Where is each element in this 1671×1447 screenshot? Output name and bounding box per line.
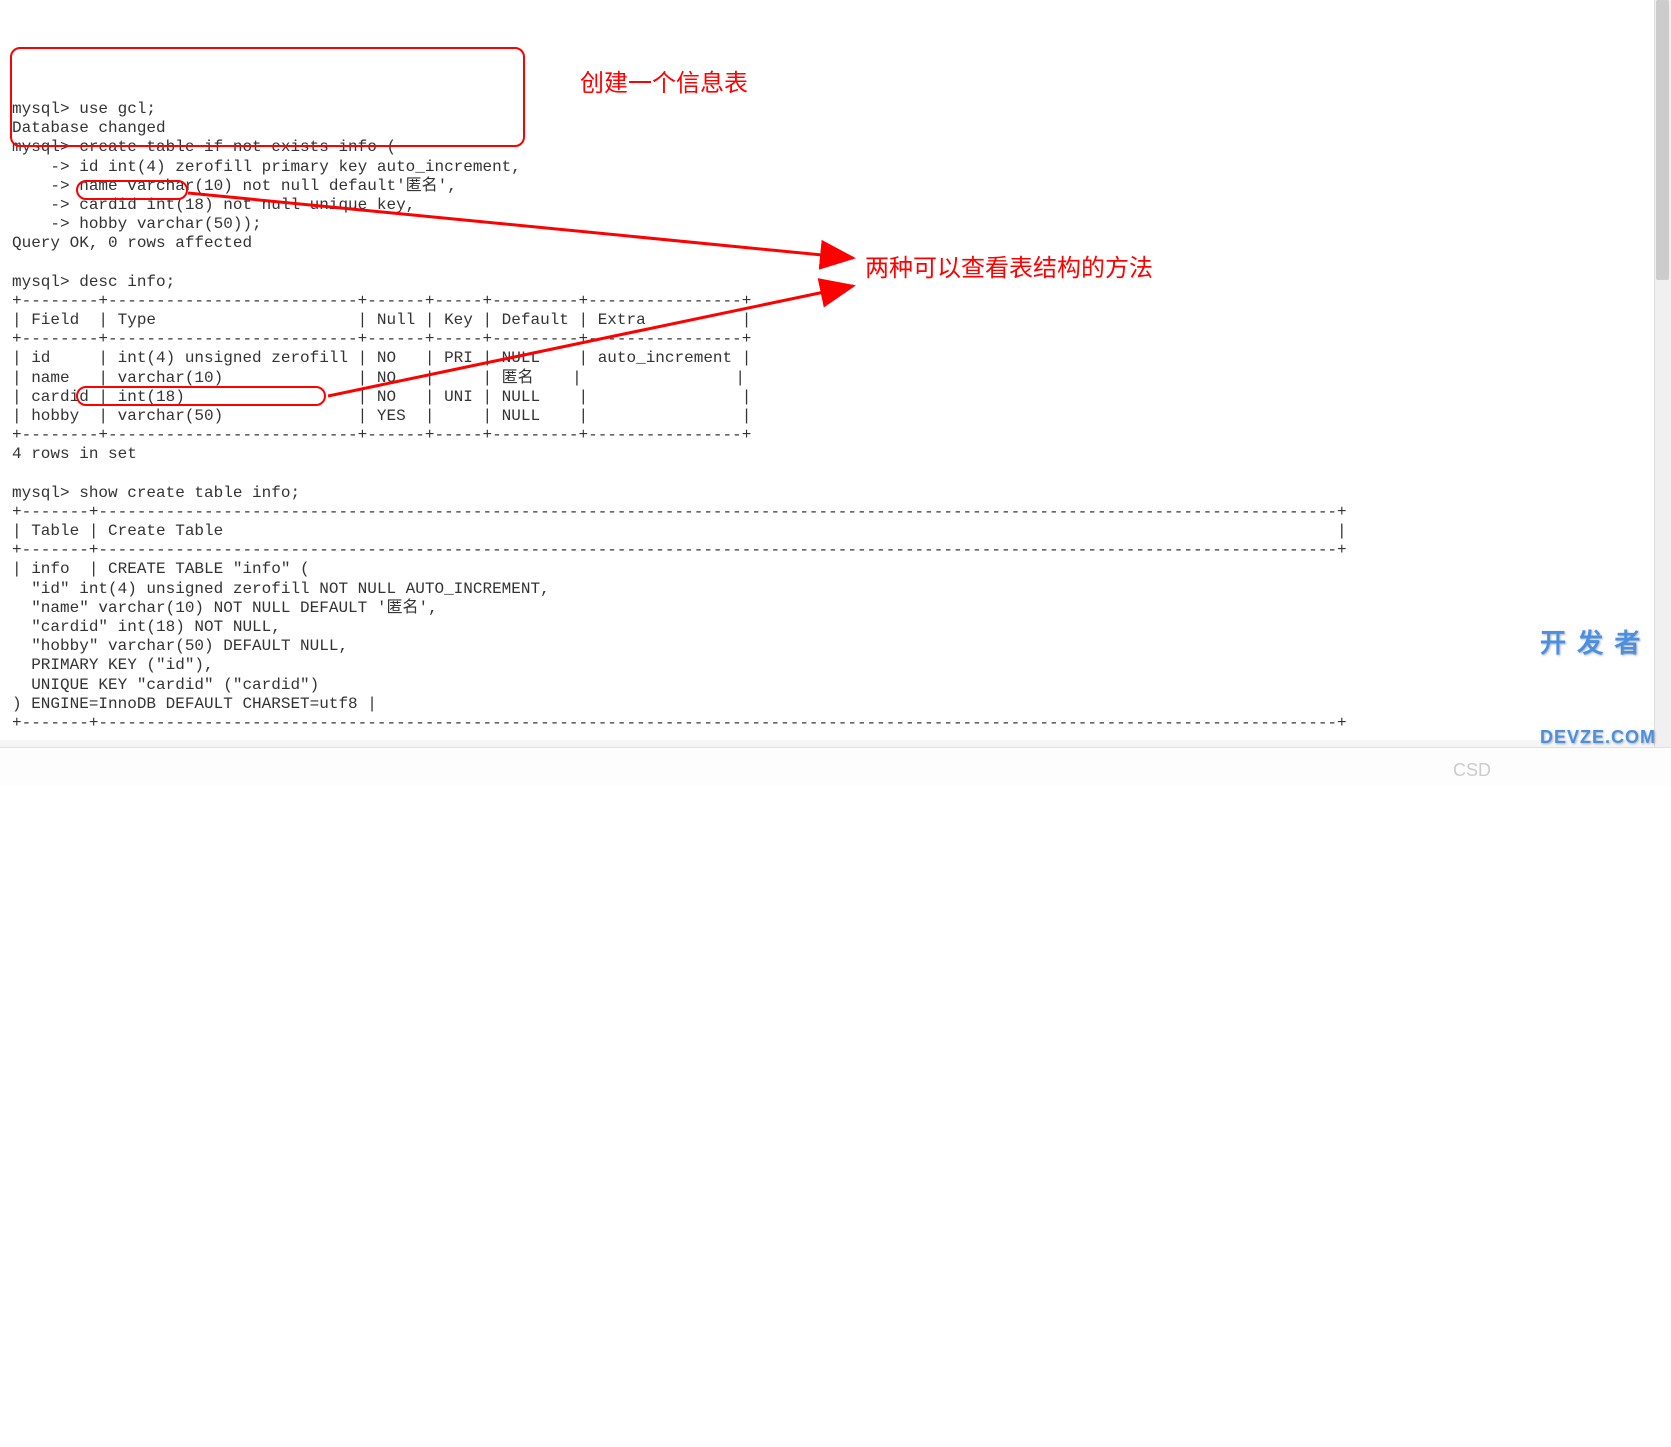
create-table-line: | info | CREATE TABLE "info" (: [12, 560, 310, 578]
output-db-changed: Database changed: [12, 119, 166, 137]
annotation-create: 创建一个信息表: [580, 70, 748, 99]
table-header: | Field | Type | Null | Key | Default | …: [12, 311, 751, 329]
cmd-show-create: show create table info;: [70, 484, 300, 502]
output-rows: 4 rows in set: [12, 445, 137, 463]
output-query-ok: Query OK, 0 rows affected: [12, 234, 252, 252]
create-table-line: PRIMARY KEY ("id"),: [12, 656, 214, 674]
watermark-devze: 开 发 者 DEVZE.COM: [1540, 561, 1656, 782]
table-sep: +--------+--------------------------+---…: [12, 426, 751, 444]
bottom-bar: [0, 747, 1671, 787]
table-sep: +--------+--------------------------+---…: [12, 292, 751, 310]
create-table-line: "hobby" varchar(50) DEFAULT NULL,: [12, 637, 348, 655]
table-row: | id | int(4) unsigned zerofill | NO | P…: [12, 349, 751, 367]
table-row: | hobby | varchar(50) | YES | | NULL | |: [12, 407, 751, 425]
table-sep: +-------+-------------------------------…: [12, 714, 1347, 732]
cmd-create-4: cardid int(18) not null unique key,: [70, 196, 416, 214]
cmd-create-3: name varchar(10) not null default'匿名',: [70, 177, 457, 195]
cmd-desc: desc info;: [70, 273, 176, 291]
cmd-create-1: create table if not exists info (: [70, 138, 396, 156]
create-table-line: "id" int(4) unsigned zerofill NOT NULL A…: [12, 580, 550, 598]
cont-prompt: ->: [12, 215, 70, 233]
create-table-line: "cardid" int(18) NOT NULL,: [12, 618, 281, 636]
prompt: mysql>: [12, 484, 70, 502]
watermark-csd: CSD: [1453, 760, 1491, 782]
prompt: mysql>: [12, 100, 70, 118]
cmd-create-2: id int(4) zerofill primary key auto_incr…: [70, 158, 521, 176]
cmd-create-5: hobby varchar(50));: [70, 215, 262, 233]
table-header: | Table | Create Table |: [12, 522, 1347, 540]
table-sep: +-------+-------------------------------…: [12, 541, 1347, 559]
vertical-scrollbar[interactable]: [1654, 0, 1671, 787]
table-sep: +-------+-------------------------------…: [12, 503, 1347, 521]
cont-prompt: ->: [12, 196, 70, 214]
table-row: | name | varchar(10) | NO | | 匿名 | |: [12, 369, 745, 387]
cont-prompt: ->: [12, 158, 70, 176]
create-table-line: "name" varchar(10) NOT NULL DEFAULT '匿名'…: [12, 599, 438, 617]
cont-prompt: ->: [12, 177, 70, 195]
cmd-use: use gcl;: [70, 100, 156, 118]
watermark-line1: 开 发 者: [1540, 628, 1656, 659]
create-table-line: UNIQUE KEY "cardid" ("cardid"): [12, 676, 319, 694]
scrollbar-thumb[interactable]: [1656, 0, 1669, 280]
create-table-line: ) ENGINE=InnoDB DEFAULT CHARSET=utf8 |: [12, 695, 377, 713]
annotation-methods: 两种可以查看表结构的方法: [865, 255, 1153, 284]
terminal-output: mysql> use gcl; Database changed mysql> …: [0, 77, 1671, 737]
prompt: mysql>: [12, 138, 70, 156]
prompt: mysql>: [12, 273, 70, 291]
table-sep: +--------+--------------------------+---…: [12, 330, 751, 348]
table-row: | cardid | int(18) | NO | UNI | NULL | |: [12, 388, 751, 406]
watermark-line2: DEVZE.COM: [1540, 727, 1656, 749]
